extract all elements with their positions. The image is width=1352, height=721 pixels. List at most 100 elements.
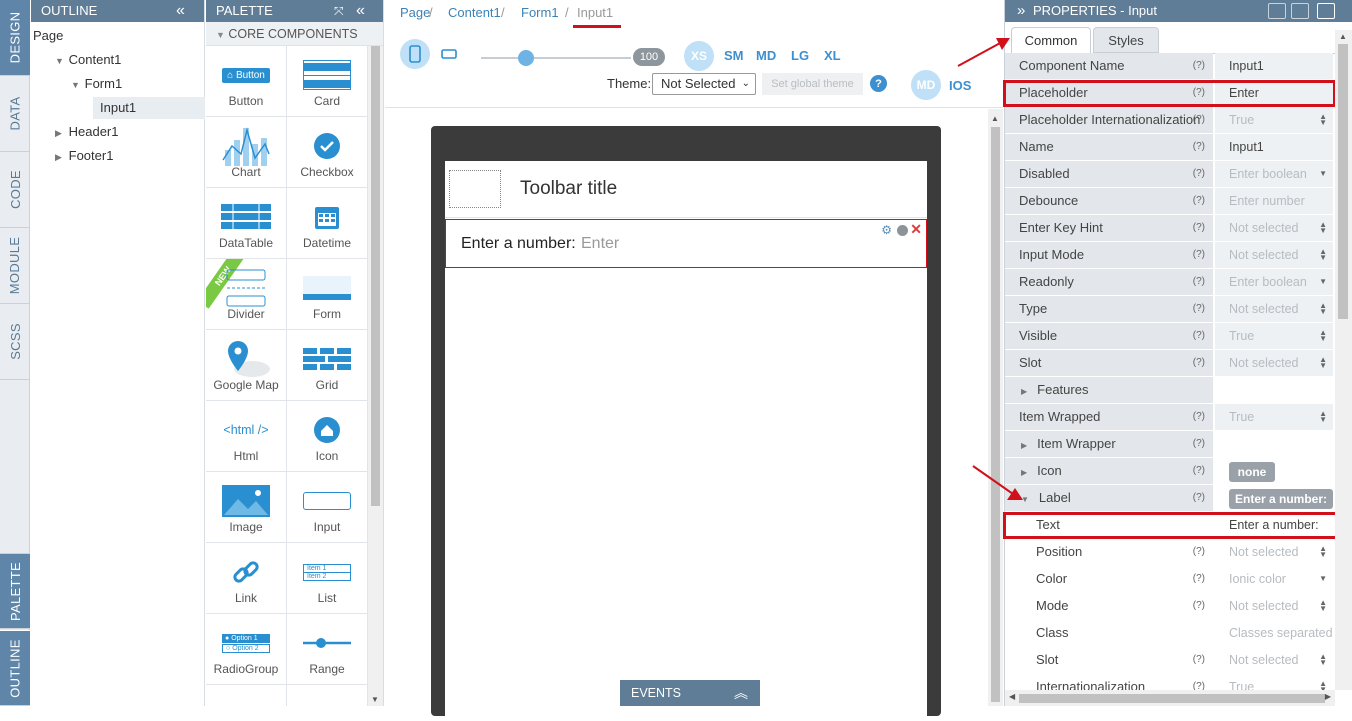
- tab-data[interactable]: DATA: [0, 76, 30, 152]
- size-xs-button[interactable]: XS: [684, 41, 714, 71]
- toolbar-header[interactable]: Toolbar title: [445, 161, 927, 218]
- property-row-mode[interactable]: Mode (?) Not selected ▲ ▼: [1005, 593, 1333, 620]
- breadcrumb-input1[interactable]: Input1: [577, 5, 613, 20]
- tab-styles[interactable]: Styles: [1093, 27, 1159, 53]
- toolbar-slot-placeholder[interactable]: [449, 170, 501, 208]
- palette-item-button[interactable]: ⌂ Button Button: [206, 46, 287, 117]
- close-icon[interactable]: ✕: [910, 221, 922, 238]
- property-value[interactable]: Not selected ▲ ▼: [1215, 539, 1333, 565]
- spinner-icon[interactable]: ▲▼: [1319, 410, 1327, 424]
- dropdown-icon[interactable]: ▼: [1319, 278, 1327, 286]
- scroll-up-icon[interactable]: ▲: [1339, 32, 1347, 41]
- property-row-icon[interactable]: ▶ Icon (?) none: [1005, 458, 1333, 485]
- dropdown-icon[interactable]: ▼: [1319, 575, 1327, 583]
- palette-item-divider[interactable]: NEW Divider: [206, 259, 287, 330]
- expand-arrows-icon[interactable]: ⤧: [334, 0, 344, 22]
- palette-item-input[interactable]: Input: [287, 472, 368, 543]
- property-value[interactable]: Input1: [1215, 134, 1333, 160]
- palette-item-partial[interactable]: [287, 685, 368, 706]
- property-value[interactable]: Not selected ▲ ▼: [1215, 647, 1333, 673]
- property-row-features[interactable]: ▶ Features: [1005, 377, 1333, 404]
- property-row-name[interactable]: Name (?) Input1: [1005, 134, 1333, 161]
- input-placeholder[interactable]: Enter: [581, 235, 619, 253]
- breadcrumb-content1[interactable]: Content1: [448, 5, 501, 20]
- mobile-device-icon[interactable]: [400, 39, 430, 69]
- help-icon[interactable]: (?): [1193, 404, 1205, 430]
- expand-right-icon[interactable]: »: [1017, 2, 1025, 19]
- property-value[interactable]: True ▲▼: [1215, 404, 1333, 430]
- size-sm-button[interactable]: SM: [724, 48, 744, 63]
- spinner-icon[interactable]: ▲▼: [1319, 599, 1327, 613]
- property-row-readonly[interactable]: Readonly (?) Enter boolean ▼: [1005, 269, 1333, 296]
- help-icon[interactable]: (?): [1193, 350, 1205, 376]
- property-value[interactable]: [1215, 377, 1333, 403]
- property-row-enter-key-hint[interactable]: Enter Key Hint (?) Not selected ▲ ▼: [1005, 215, 1333, 242]
- property-value[interactable]: Input1: [1215, 53, 1333, 79]
- tree-item-form1[interactable]: ▼ Form1: [71, 73, 122, 95]
- help-icon[interactable]: (?): [1193, 188, 1205, 214]
- canvas-scrollbar[interactable]: ▲: [988, 109, 1003, 706]
- help-icon[interactable]: (?): [1193, 242, 1205, 268]
- help-icon[interactable]: (?): [1193, 134, 1205, 160]
- property-row-item-wrapper[interactable]: ▶ Item Wrapper (?): [1005, 431, 1333, 458]
- palette-item-image[interactable]: Image: [206, 472, 287, 543]
- property-value[interactable]: Not selected ▲ ▼: [1215, 215, 1333, 241]
- property-value[interactable]: Enter number: [1215, 188, 1333, 214]
- zoom-slider-handle[interactable]: [518, 50, 534, 66]
- properties-h-scrollbar[interactable]: ◀ ▶: [1005, 690, 1335, 706]
- expand-right-icon[interactable]: ▶: [55, 146, 65, 168]
- breadcrumb-page[interactable]: Page: [400, 5, 430, 20]
- size-lg-button[interactable]: LG: [791, 48, 809, 63]
- help-icon[interactable]: (?): [1193, 431, 1205, 457]
- scroll-down-icon[interactable]: ▼: [371, 695, 379, 704]
- palette-item-datetime[interactable]: Datetime: [287, 188, 368, 259]
- property-row-item-wrapped[interactable]: Item Wrapped (?) True ▲ ▼: [1005, 404, 1333, 431]
- expand-right-icon[interactable]: ▶: [1021, 387, 1027, 396]
- palette-item-form[interactable]: Form: [287, 259, 368, 330]
- spinner-icon[interactable]: ▲▼: [1319, 545, 1327, 559]
- property-row-input-mode[interactable]: Input Mode (?) Not selected ▲ ▼: [1005, 242, 1333, 269]
- palette-item-range[interactable]: Range: [287, 614, 368, 685]
- palette-item-list[interactable]: Item 1 Item 2 List: [287, 543, 368, 614]
- property-row-position[interactable]: Position (?) Not selected ▲ ▼: [1005, 539, 1333, 566]
- palette-item-partial[interactable]: [206, 685, 287, 706]
- theme-select[interactable]: Not Selected ⌄: [652, 73, 756, 95]
- property-row-slot[interactable]: Slot (?) Not selected ▲ ▼: [1005, 647, 1333, 674]
- property-value[interactable]: Not selected ▲ ▼: [1215, 296, 1333, 322]
- spinner-icon[interactable]: ▲▼: [1319, 653, 1327, 667]
- tablet-landscape-icon[interactable]: [441, 48, 457, 63]
- palette-item-card[interactable]: Card: [287, 46, 368, 117]
- spinner-icon[interactable]: ▲▼: [1319, 113, 1327, 127]
- property-chip[interactable]: none: [1229, 462, 1275, 482]
- property-value[interactable]: [1215, 431, 1333, 457]
- property-value[interactable]: Enter boolean ▼: [1215, 269, 1333, 295]
- layout-columns-icon[interactable]: [1291, 3, 1309, 19]
- property-value[interactable]: True ▲▼: [1215, 107, 1333, 133]
- tree-item-input1[interactable]: Input1: [93, 97, 205, 119]
- palette-section-header[interactable]: ▼ CORE COMPONENTS: [206, 22, 383, 46]
- scroll-right-icon[interactable]: ▶: [1325, 692, 1331, 701]
- tree-item-header1[interactable]: ▶ Header1: [55, 121, 119, 143]
- property-row-slot[interactable]: Slot (?) Not selected ▲ ▼: [1005, 350, 1333, 377]
- palette-item-html[interactable]: <html /> Html: [206, 401, 287, 472]
- property-row-debounce[interactable]: Debounce (?) Enter number: [1005, 188, 1333, 215]
- tab-common[interactable]: Common: [1011, 27, 1091, 54]
- property-value[interactable]: none: [1215, 458, 1333, 484]
- help-icon[interactable]: (?): [1193, 107, 1205, 133]
- zoom-slider[interactable]: [481, 57, 631, 59]
- collapse-left-icon[interactable]: «: [356, 0, 365, 22]
- spinner-icon[interactable]: ▲▼: [1319, 302, 1327, 316]
- palette-item-icon[interactable]: Icon: [287, 401, 368, 472]
- property-value[interactable]: Enter a number:: [1215, 485, 1333, 511]
- expand-right-icon[interactable]: ▶: [55, 122, 65, 144]
- help-icon[interactable]: (?): [1193, 215, 1205, 241]
- property-row-disabled[interactable]: Disabled (?) Enter boolean ▼: [1005, 161, 1333, 188]
- palette-item-link[interactable]: Link: [206, 543, 287, 614]
- property-row-placeholder-internationalization[interactable]: Placeholder Internationalization (?) True ▲…: [1005, 107, 1333, 134]
- tab-design[interactable]: DESIGN: [0, 0, 30, 76]
- help-icon[interactable]: (?): [1193, 161, 1205, 187]
- properties-scrollbar[interactable]: ▲: [1335, 30, 1352, 690]
- settings-gear-icon[interactable]: ⚙: [881, 223, 892, 237]
- layout-rows-icon[interactable]: [1268, 3, 1286, 19]
- help-icon[interactable]: (?): [1193, 593, 1205, 619]
